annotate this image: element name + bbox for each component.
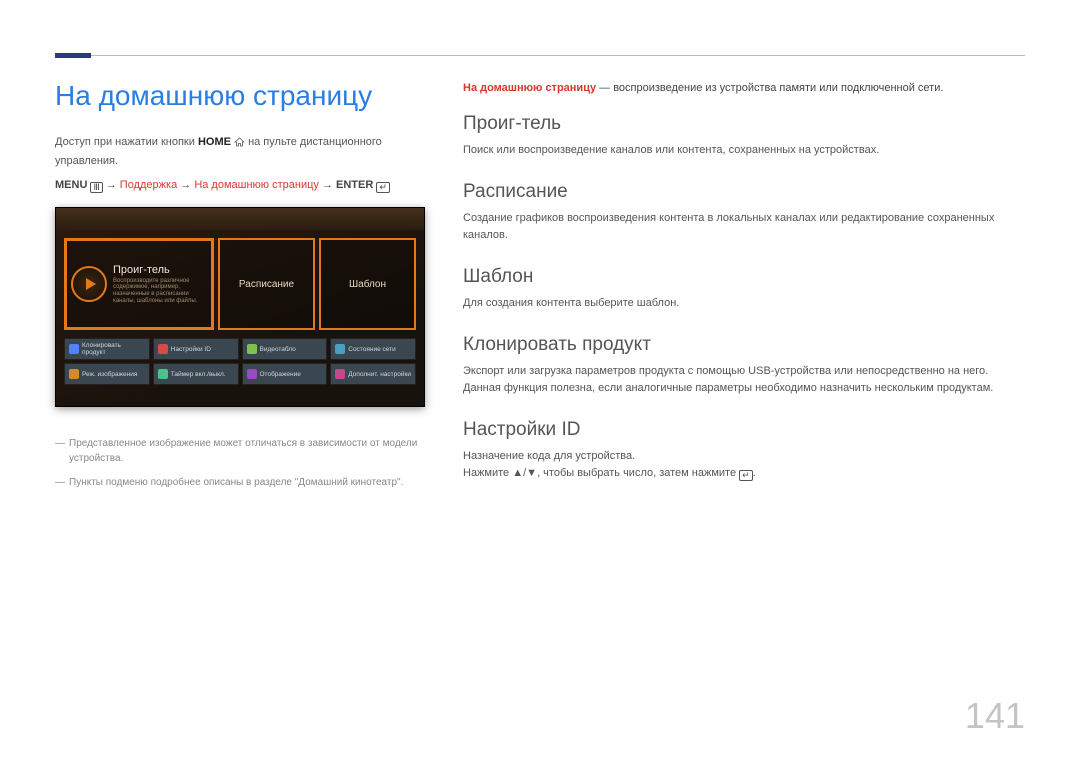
ss-cell-icon bbox=[158, 344, 168, 354]
p-schedule: Создание графиков воспроизведения контен… bbox=[463, 210, 1025, 244]
access-bold: HOME bbox=[198, 136, 231, 148]
footnote-2: Пункты подменю подробнее описаны в разде… bbox=[55, 476, 425, 491]
p-player: Поиск или воспроизведение каналов или ко… bbox=[463, 142, 1025, 159]
embedded-screenshot: Проиг-тель Воспроизводите различное соде… bbox=[55, 207, 425, 407]
ss-topband bbox=[56, 208, 424, 230]
path-step-2: На домашнюю страницу bbox=[194, 179, 319, 191]
ss-cell-label: Отображение bbox=[260, 371, 301, 378]
header-accent bbox=[55, 53, 91, 58]
ss-cell-icon bbox=[69, 369, 79, 379]
section-template: Шаблон Для создания контента выберите ша… bbox=[463, 266, 1025, 312]
ss-cell: Таймер вкл./выкл. bbox=[153, 363, 239, 385]
lead-bold: На домашнюю страницу bbox=[463, 82, 596, 94]
ss-cell-icon bbox=[247, 344, 257, 354]
lead-rest: — воспроизведение из устройства памяти и… bbox=[596, 82, 943, 94]
ss-cell-label: Настройки ID bbox=[171, 346, 211, 353]
ss-cell: Настройки ID bbox=[153, 338, 239, 360]
page-number: 141 bbox=[965, 695, 1025, 737]
ss-tile-player: Проиг-тель Воспроизводите различное соде… bbox=[64, 238, 214, 330]
updown-glyph: ▲/▼ bbox=[512, 467, 537, 479]
section-idsettings: Настройки ID Назначение кода для устройс… bbox=[463, 419, 1025, 482]
footnote-1: Представленное изображение может отличат… bbox=[55, 437, 425, 466]
left-column: На домашнюю страницу Доступ при нажатии … bbox=[55, 80, 425, 504]
menu-icon: Ⅲ bbox=[90, 182, 102, 193]
ss-cell: Реж. изображения bbox=[64, 363, 150, 385]
ss-cell: Клонировать продукт bbox=[64, 338, 150, 360]
home-icon bbox=[234, 136, 245, 153]
ss-tile1-sub: Воспроизводите различное содержимое, нап… bbox=[113, 278, 207, 304]
p-idsettings-2: Нажмите ▲/▼, чтобы выбрать число, затем … bbox=[463, 465, 1025, 482]
h-player: Проиг-тель bbox=[463, 113, 1025, 135]
ss-grid: Клонировать продукт Настройки ID Видеотабл… bbox=[64, 338, 416, 385]
path-enter: ENTER bbox=[336, 179, 373, 191]
h-idsettings: Настройки ID bbox=[463, 419, 1025, 441]
p-idsettings-1: Назначение кода для устройства. bbox=[463, 448, 1025, 465]
section-clone: Клонировать продукт Экспорт или загрузка… bbox=[463, 334, 1025, 397]
ss-cell-icon bbox=[69, 344, 79, 354]
page-title: На домашнюю страницу bbox=[55, 80, 425, 112]
right-column: На домашнюю страницу — воспроизведение и… bbox=[463, 80, 1025, 504]
section-lead: На домашнюю страницу — воспроизведение и… bbox=[463, 80, 1025, 97]
ss-cell-label: Реж. изображения bbox=[82, 371, 137, 378]
ss-cell-label: Таймер вкл./выкл. bbox=[171, 371, 226, 378]
ss-cell-icon bbox=[335, 344, 345, 354]
h-schedule: Расписание bbox=[463, 181, 1025, 203]
ss-cell: Дополнит. настройки bbox=[330, 363, 416, 385]
enter-icon-2: ↵ bbox=[739, 470, 753, 481]
p-clone: Экспорт или загрузка параметров продукта… bbox=[463, 363, 1025, 397]
ss-cell: Состояние сети bbox=[330, 338, 416, 360]
section-schedule: Расписание Создание графиков воспроизвед… bbox=[463, 181, 1025, 244]
ss-cell: Отображение bbox=[242, 363, 328, 385]
ss-cell-label: Состояние сети bbox=[348, 346, 396, 353]
ss-cell: Видеотабло bbox=[242, 338, 328, 360]
h-template: Шаблон bbox=[463, 266, 1025, 288]
section-player: Проиг-тель Поиск или воспроизведение кан… bbox=[463, 113, 1025, 159]
enter-icon: ↵ bbox=[376, 182, 390, 193]
menu-label: MENU bbox=[55, 179, 87, 191]
ss-tile1-title: Проиг-тель bbox=[113, 264, 207, 276]
h-clone: Клонировать продукт bbox=[463, 334, 1025, 356]
p-template: Для создания контента выберите шаблон. bbox=[463, 295, 1025, 312]
ss-cell-label: Клонировать продукт bbox=[82, 342, 145, 356]
menu-path: MENU Ⅲ → Поддержка → На домашнюю страниц… bbox=[55, 179, 425, 193]
play-icon bbox=[71, 266, 107, 302]
ss-tile-template: Шаблон bbox=[319, 238, 416, 330]
access-text: Доступ при нажатии кнопки HOME на пульте… bbox=[55, 134, 425, 169]
header-rule bbox=[55, 55, 1025, 56]
ss-tile-schedule: Расписание bbox=[218, 238, 315, 330]
ss-cell-label: Дополнит. настройки bbox=[348, 371, 411, 378]
access-pre: Доступ при нажатии кнопки bbox=[55, 136, 198, 148]
ss-cell-icon bbox=[247, 369, 257, 379]
ss-cell-icon bbox=[158, 369, 168, 379]
ss-cell-label: Видеотабло bbox=[260, 346, 296, 353]
ss-cell-icon bbox=[335, 369, 345, 379]
path-step-1: Поддержка bbox=[120, 179, 177, 191]
